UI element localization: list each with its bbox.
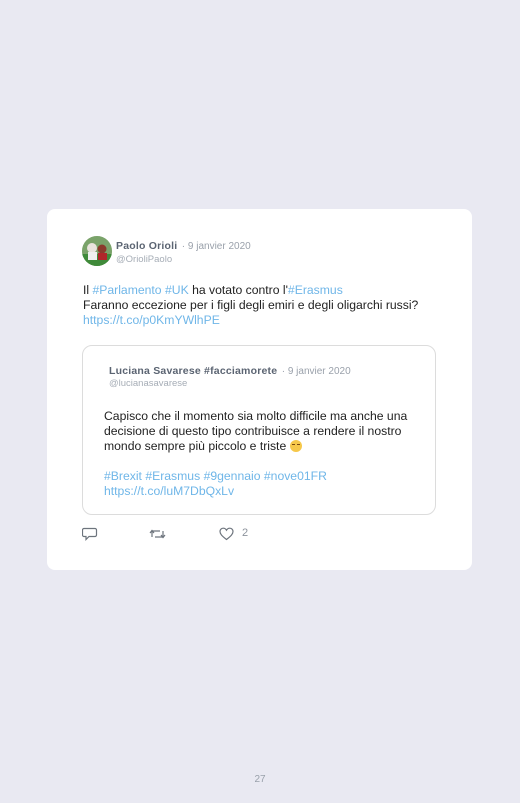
quoted-body: Capisco che il momento sia molto diffici…	[104, 409, 408, 453]
author-name[interactable]: Paolo Orioli	[116, 240, 177, 252]
quoted-hashtags[interactable]: #Brexit #Erasmus #9gennaio #nove01FR	[104, 469, 327, 483]
quoted-link[interactable]: https://t.co/luM7DbQxLv	[104, 484, 234, 498]
tweet-author: Paolo Orioli · 9 janvier 2020 @OrioliPao…	[116, 238, 251, 266]
tweet-date[interactable]: · 9 janvier 2020	[182, 241, 251, 252]
text-segment: Faranno eccezione per i figli degli emir…	[83, 298, 419, 312]
tweet-card: Paolo Orioli · 9 janvier 2020 @OrioliPao…	[47, 209, 472, 570]
hashtag-erasmus[interactable]: #Erasmus	[288, 283, 343, 297]
quoted-text: Capisco che il momento sia molto diffici…	[104, 409, 424, 499]
author-handle[interactable]: @OrioliPaolo	[116, 253, 251, 266]
quoted-handle[interactable]: @lucianasavarese	[109, 378, 351, 390]
tweet-link[interactable]: https://t.co/p0KmYWlhPE	[83, 313, 220, 327]
quoted-author: Luciana Savarese #facciamorete · 9 janvi…	[109, 364, 351, 390]
heart-icon[interactable]	[219, 527, 234, 541]
retweet-icon[interactable]	[149, 527, 166, 541]
reply-icon[interactable]	[82, 527, 98, 541]
text-segment: ha votato contro l'	[188, 283, 288, 297]
quoted-tweet[interactable]: Luciana Savarese #facciamorete · 9 janvi…	[82, 345, 436, 515]
avatar[interactable]	[82, 236, 112, 266]
like-count: 2	[242, 527, 249, 539]
quoted-author-name[interactable]: Luciana Savarese #facciamorete	[109, 365, 277, 377]
quoted-date[interactable]: · 9 janvier 2020	[282, 366, 351, 377]
page-number: 27	[254, 774, 266, 785]
tweet-text: Il #Parlamento #UK ha votato contro l'#E…	[83, 283, 433, 328]
hashtag-uk[interactable]: #UK	[165, 283, 189, 297]
hashtag-parlamento[interactable]: #Parlamento	[92, 283, 161, 297]
tweet-actions: 2	[82, 527, 282, 543]
relieved-face-icon	[289, 440, 302, 452]
